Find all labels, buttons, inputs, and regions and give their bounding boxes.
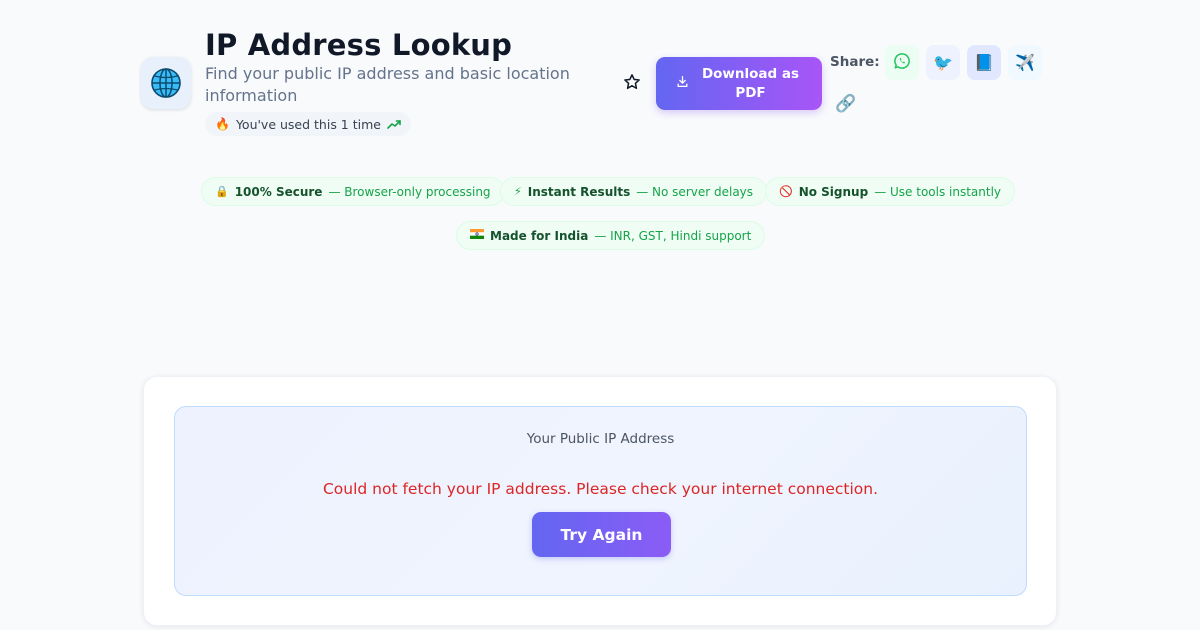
india-flag-icon [470,229,484,242]
badge-desc: — Browser-only processing [328,184,491,199]
badge-title: Made for India [490,228,589,243]
book-icon: 📘 [974,53,994,72]
bird-icon: 🐦 [933,53,953,72]
badge-desc: — INR, GST, Hindi support [594,228,752,243]
badge-no-signup: 🚫 No Signup — Use tools instantly [765,177,1016,206]
share-telegram-button[interactable]: ✈️ [1008,45,1042,80]
favorite-button[interactable] [619,71,645,97]
share-twitter-button[interactable]: 🐦 [926,45,960,80]
badge-title: No Signup [798,184,869,199]
share-whatsapp-button[interactable] [885,45,919,80]
download-pdf-label: Download as PDF [701,65,800,101]
airplane-icon: ✈️ [1015,53,1035,72]
whatsapp-icon [893,52,911,74]
ip-label: Your Public IP Address [526,431,675,447]
badge-desc: — Use tools instantly [874,184,1002,199]
copy-link-button[interactable]: 🔗 [832,90,860,118]
globe-icon [141,57,191,109]
badge-instant: ⚡ Instant Results — No server delays [500,177,768,206]
prohibited-icon: 🚫 [779,185,793,198]
badge-made-for-india: Made for India — INR, GST, Hindi support [456,221,766,250]
page: IP Address Lookup Find your public IP ad… [0,0,1200,630]
badge-secure: 🔒 100% Secure — Browser-only processing [201,177,505,206]
link-icon: 🔗 [835,94,857,114]
share-facebook-button[interactable]: 📘 [967,45,1001,80]
ip-lookup-card: Your Public IP Address Could not fetch y… [143,376,1057,626]
badge-desc: — No server delays [636,184,754,199]
download-icon [676,75,689,92]
page-subtitle: Find your public IP address and basic lo… [205,64,570,105]
trending-up-icon [387,117,401,132]
badge-title: Instant Results [527,184,631,199]
ip-result-panel: Your Public IP Address Could not fetch y… [174,406,1027,596]
fire-icon: 🔥 [215,117,230,131]
star-icon [623,73,641,95]
lightning-icon: ⚡ [514,185,522,198]
usage-counter: 🔥 You've used this 1 time [205,112,411,136]
try-again-button[interactable]: Try Again [532,512,671,557]
lock-icon: 🔒 [215,185,229,198]
badge-title: 100% Secure [234,184,323,199]
usage-text: You've used this 1 time [235,116,381,132]
error-message: Could not fetch your IP address. Please … [322,480,879,498]
download-pdf-button[interactable]: Download as PDF [656,57,822,110]
share-label: Share: [830,54,880,70]
page-title: IP Address Lookup [205,28,513,62]
